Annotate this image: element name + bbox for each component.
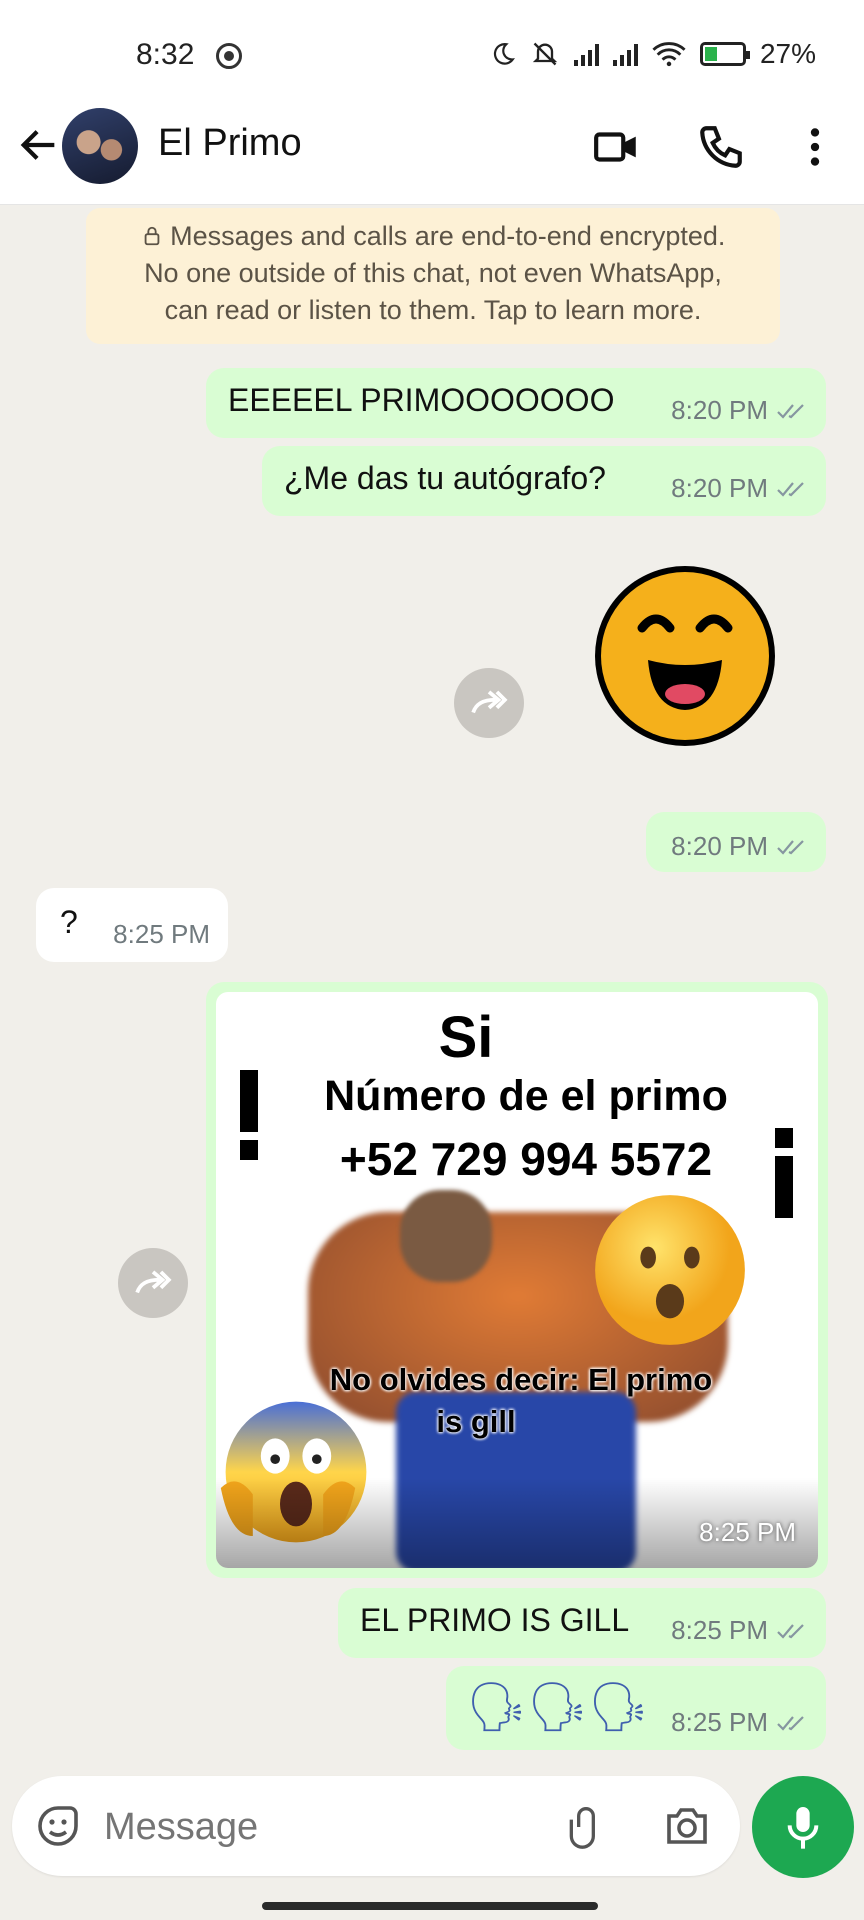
message-meta: 8:20 PM [671,395,810,426]
sticker-time-bubble: 8:20 PM [646,812,826,872]
battery-level: 27% [759,38,816,69]
lock-icon [144,226,159,246]
moon-icon [493,43,515,65]
message-time: 8:20 PM [671,831,768,861]
double-check-icon [777,403,804,419]
forward-button[interactable] [454,668,524,738]
message-bubble-incoming[interactable]: ? 8:25 PM [36,888,228,962]
image-message[interactable]: Si Número de el primo +52 729 994 5572 N… [206,982,828,1578]
double-check-icon [777,1715,804,1731]
status-time: 8:32 [136,38,195,71]
double-check-icon [777,1623,804,1639]
image-text-line2: +52 729 994 5572 [339,1133,713,1185]
laughing-face-sticker[interactable] [590,560,780,752]
double-check-icon [777,481,804,497]
message-text: ? [60,904,78,940]
inverted-exclamation-icon [775,1128,793,1218]
attach-icon[interactable] [564,1802,608,1852]
battery-icon [699,42,750,66]
message-bubble-outgoing[interactable]: EL PRIMO IS GILL 8:25 PM [338,1588,826,1658]
notice-line-2: No one outside of this chat, not even Wh… [144,258,722,288]
message-meta: 8:25 PM [671,1615,810,1646]
phone-icon[interactable] [696,122,746,172]
message-bubble-outgoing[interactable]: ¿Me das tu autógrafo? 8:20 PM [262,446,826,516]
mute-icon [532,42,558,66]
message-meta: 8:25 PM [671,1707,810,1738]
message-bubble-outgoing[interactable]: 🗣🗣🗣 8:25 PM [446,1666,826,1750]
camera-icon[interactable] [662,1802,712,1850]
forward-button[interactable] [118,1248,188,1318]
message-time: 8:25 PM [699,1517,796,1547]
signal-icon-2 [612,42,638,66]
encryption-notice[interactable]: Messages and calls are end-to-end encryp… [86,208,780,344]
status-bar: 8:32 27% [0,0,864,100]
signal-icon-1 [573,42,599,66]
message-time: 8:25 PM [671,1615,768,1645]
message-bubble-outgoing[interactable]: EEEEEL PRIMOOOOOOO 8:20 PM [206,368,826,438]
whatsapp-notification-icon [216,43,242,69]
message-meta: 8:25 PM [113,919,210,950]
microphone-icon [787,1807,819,1849]
image-text-line1: Número de el primo [324,1072,728,1120]
message-composer[interactable] [12,1776,740,1876]
voice-message-button[interactable] [752,1776,854,1878]
status-icons: 27% [490,38,816,70]
forward-icon [471,690,508,714]
message-meta: 8:20 PM [671,473,810,504]
image-text-top: Si [438,1005,494,1070]
double-check-icon [777,839,804,855]
meme-image[interactable]: Si Número de el primo +52 729 994 5572 N… [216,992,818,1568]
message-text: EEEEEL PRIMOOOOOOO [228,382,615,418]
forward-icon [135,1270,172,1294]
message-text: ¿Me das tu autógrafo? [284,460,606,496]
more-options-icon[interactable] [790,122,840,172]
avatar[interactable] [62,108,138,184]
wifi-icon [652,42,686,67]
message-meta: 8:20 PM [671,831,810,862]
chat-header: El Primo [0,100,864,205]
message-time: 8:20 PM [671,473,768,503]
sticker-icon[interactable] [34,1802,82,1850]
notice-line-3: can read or listen to them. Tap to learn… [164,295,702,325]
notice-line-1: Messages and calls are end-to-end encryp… [86,218,780,255]
speaking-head-emoji-text: 🗣🗣🗣 [466,1681,649,1734]
exclamation-icon [240,1070,258,1160]
figure-head [400,1190,492,1282]
message-text: EL PRIMO IS GILL [360,1602,630,1638]
message-input[interactable] [104,1804,464,1850]
message-time: 8:20 PM [671,395,768,425]
video-call-icon[interactable] [592,122,642,172]
message-time: 8:25 PM [113,919,210,949]
contact-name[interactable]: El Primo [158,122,302,165]
navigation-handle[interactable] [262,1902,598,1910]
message-time: 8:25 PM [671,1707,768,1737]
hushed-face-emoji [595,1195,745,1345]
back-arrow-icon[interactable] [16,122,62,168]
